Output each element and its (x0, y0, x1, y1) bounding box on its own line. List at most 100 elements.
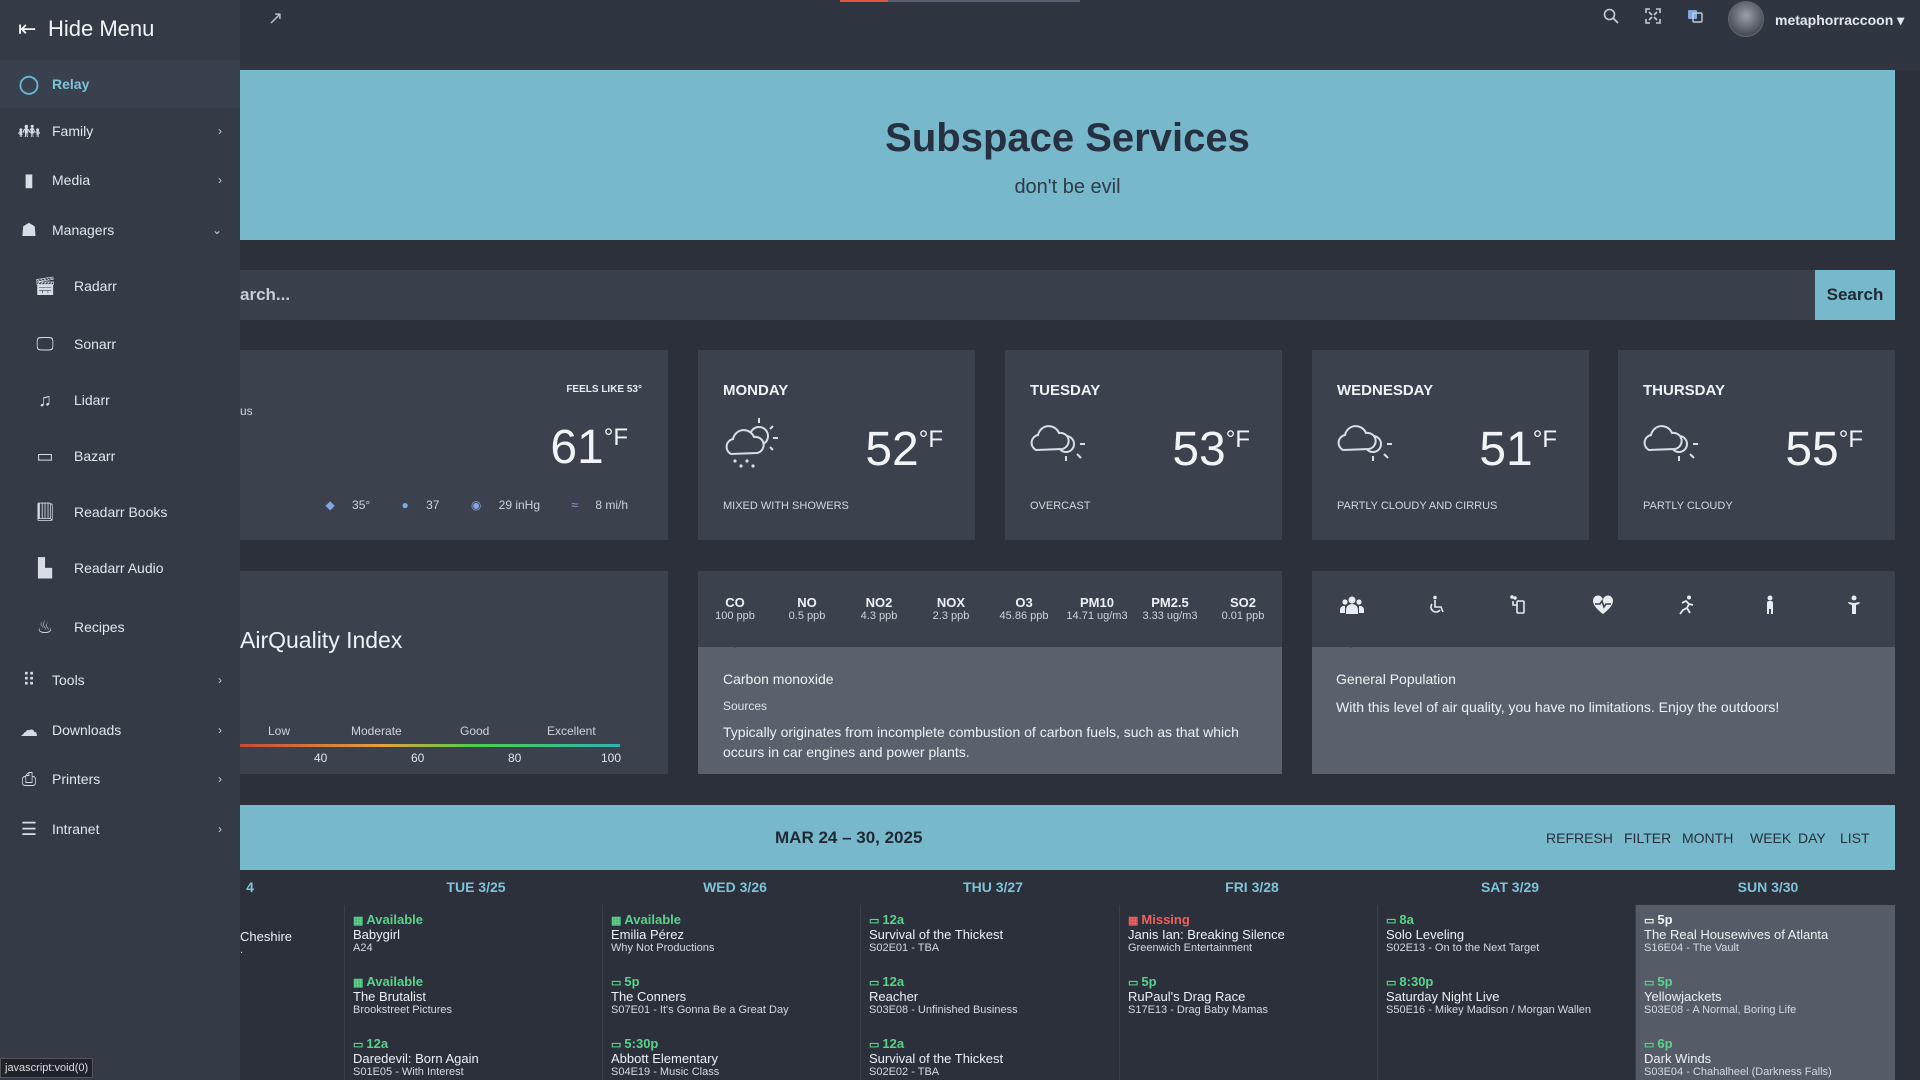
heart-pulse-icon[interactable] (1590, 595, 1616, 621)
tv-icon: ▭ (353, 1039, 364, 1051)
sidebar-item-sonarr[interactable]: 🖵︎ Sonarr (0, 320, 240, 368)
sidebar-item-media[interactable]: ▮ Media › (0, 156, 240, 204)
sidebar-item-recipes[interactable]: ♨ Recipes (0, 603, 240, 651)
top-bar: ↗ metaphorraccoon ▾ (0, 0, 1920, 70)
temp-unit: °F (1838, 426, 1863, 453)
calendar-event[interactable]: ▭ 12a Survival of the Thickest S02E01 - T… (869, 912, 1119, 954)
calendar-event[interactable]: ▦ Available Babygirl A24 (353, 912, 603, 954)
calendar-event[interactable]: ▭ 5p The Real Housewives of Atlanta S16E0… (1644, 912, 1894, 954)
pollutant-name: SO2 (1229, 595, 1256, 610)
calendar-event[interactable]: ▭ 8a Solo Leveling S02E13 - On to the Nex… (1386, 912, 1636, 954)
event-title: The Conners (611, 989, 687, 1004)
pollutant-name: NO (797, 595, 817, 610)
calendar-month-button[interactable]: MONTH (1682, 830, 1733, 846)
sidebar-item-family[interactable]: 👪︎ Family › (0, 107, 240, 155)
pollutant-no[interactable]: NO 0.5 ppb (771, 595, 843, 622)
calendar-event[interactable]: ▭ 5p The Conners S07E01 - It's Gonna Be a… (611, 974, 861, 1016)
user-menu[interactable]: metaphorraccoon ▾ (1775, 12, 1904, 29)
sidebar-item-relay[interactable]: ◯ Relay (0, 60, 240, 108)
external-link-icon[interactable]: ↗ (268, 8, 283, 29)
calendar-day-button[interactable]: DAY (1798, 830, 1826, 846)
pollutant-value: 2.3 ppb (932, 610, 970, 622)
calendar-event[interactable]: ▭ 12a Survival of the Thickest S02E02 - T… (869, 1036, 1119, 1078)
child-icon[interactable] (1757, 595, 1783, 621)
calendar-event[interactable]: ▦ Missing Janis Ian: Breaking Silence Gre… (1128, 912, 1378, 954)
search-icon[interactable] (1600, 8, 1622, 30)
calendar-event[interactable]: ▭ 5:30p Abbott Elementary S04E19 - Music … (611, 1036, 861, 1078)
sidebar-item-label: Readarr Audio (74, 560, 164, 576)
calendar-event[interactable]: ▭ 8:30p Saturday Night Live S50E16 - Mike… (1386, 974, 1636, 1016)
grid-icon: ⠿ (22, 669, 36, 690)
pollutant-no2[interactable]: NO2 4.3 ppb (843, 595, 915, 622)
chevron-right-icon: › (218, 723, 222, 737)
pollutant-so2[interactable]: SO2 0.01 ppb (1207, 595, 1279, 622)
sidebar-item-bazarr[interactable]: ▭ Bazarr (0, 432, 240, 480)
calendar-refresh-button[interactable]: REFRESH (1546, 830, 1613, 846)
calendar-column: ▭ 8a Solo Leveling S02E13 - On to the Nex… (1377, 905, 1635, 1080)
sidebar-item-downloads[interactable]: ☁ Downloads › (0, 706, 240, 754)
calendar-event[interactable]: ▭ 12a Reacher S03E08 - Unfinished Busines… (869, 974, 1119, 1016)
wheelchair-icon[interactable] (1423, 595, 1449, 621)
event-subtitle: A24 (353, 942, 373, 954)
calendar-event[interactable]: ▭ 5p RuPaul's Drag Race S17E13 - Drag Bab… (1128, 974, 1378, 1016)
pollutant-name: CO (725, 595, 745, 610)
pollutant-co[interactable]: CO 100 ppb (699, 595, 771, 622)
calendar-column-today: ▭ 5p The Real Housewives of Atlanta S16E0… (1635, 905, 1895, 1080)
aqi-tick-80: 80 (508, 751, 522, 765)
calendar-event[interactable]: ▦ Available Emilia Pérez Why Not Producti… (611, 912, 861, 954)
sidebar-item-intranet[interactable]: ☰ Intranet › (0, 805, 240, 853)
calendar-event[interactable]: ▭ 12a Daredevil: Born Again S01E05 - With… (353, 1036, 603, 1078)
tv-icon: ▭ (1386, 977, 1397, 989)
event-status: ▭ 12a (353, 1036, 603, 1051)
pollutant-pm10[interactable]: PM10 14.71 ug/m3 (1061, 595, 1133, 622)
pollutant-o3[interactable]: O3 45.86 ppb (988, 595, 1060, 622)
pollutant-name: PM10 (1080, 595, 1114, 610)
film-icon: ▦ (611, 915, 622, 927)
calendar-week-button[interactable]: WEEK (1750, 830, 1791, 846)
event-subtitle: Greenwich Entertainment (1128, 942, 1253, 954)
event-title: Yellowjackets (1644, 989, 1722, 1004)
elderly-icon[interactable] (1841, 595, 1867, 621)
sidebar-item-printers[interactable]: ⎙ Printers › (0, 755, 240, 803)
fullscreen-icon[interactable] (1642, 8, 1664, 30)
sidebar-item-readarr-books[interactable]: 📕︎ Readarr Books (0, 488, 240, 536)
pollutant-tabs: CO 100 ppb NO 0.5 ppb NO2 4.3 ppb NOX 2.3 pp… (698, 571, 1282, 647)
inhaler-icon[interactable] (1506, 595, 1532, 621)
sidebar-item-lidarr[interactable]: ♫ Lidarr (0, 376, 240, 424)
forecast-card-tuesday: TUESDAY 53°F OVERCAST (1005, 350, 1282, 540)
tv-icon: ▭ (1644, 977, 1655, 989)
pollutant-pm25[interactable]: PM2.5 3.33 ug/m3 (1134, 595, 1206, 622)
pollutant-detail-name: Carbon monoxide (723, 671, 834, 687)
day-temp: 53°F (1172, 422, 1250, 477)
running-icon[interactable] (1673, 595, 1699, 621)
search-input[interactable] (240, 270, 1815, 320)
calendar-filter-button[interactable]: FILTER (1624, 830, 1671, 846)
avatar[interactable] (1728, 1, 1764, 37)
aqi-scale-bar (240, 744, 620, 747)
humidity-value: 37 (426, 498, 440, 512)
calendar-list-button[interactable]: LIST (1840, 830, 1870, 846)
sidebar-item-readarr-audio[interactable]: ▙ Readarr Audio (0, 544, 240, 592)
pollutant-value: 14.71 ug/m3 (1066, 610, 1128, 622)
event-title: Emilia Pérez (611, 927, 684, 942)
event-status-label: Missing (1141, 912, 1190, 927)
aqi-title: AirQuality Index (240, 627, 403, 653)
calendar-event[interactable]: ▭ 5p Yellowjackets S03E08 - A Normal, Bor… (1644, 974, 1894, 1016)
sidebar-item-managers[interactable]: ☗ Managers ⌄ (0, 206, 240, 254)
sidebar-item-label: Family (52, 123, 94, 139)
general-population-icon[interactable] (1339, 595, 1365, 621)
sidebar-item-tools[interactable]: ⠿ Tools › (0, 656, 240, 704)
calendar-event[interactable]: ▦ Available The Brutalist Brookstreet Pic… (353, 974, 603, 1016)
search-button[interactable]: Search (1815, 270, 1895, 320)
translate-icon[interactable] (1684, 8, 1706, 30)
calendar-event[interactable]: ▭ 6p Dark Winds S03E04 - Chahalheel (Dark… (1644, 1036, 1894, 1078)
sidebar-item-radarr[interactable]: 🎬︎ Radarr (0, 262, 240, 310)
progress-fill (840, 0, 888, 2)
humidity: ● 37 (388, 498, 440, 512)
calendar-day-header: SUN 3/30 (1737, 879, 1799, 895)
current-weather-card: FEELS LIKE 53° us 61°F ◆ 35° ● 37 ◉ 29 i… (240, 350, 668, 540)
pollutant-nox[interactable]: NOX 2.3 ppb (915, 595, 987, 622)
hide-menu-button[interactable]: ⇤ Hide Menu (0, 0, 240, 58)
gauge-icon: ◉ (470, 498, 482, 512)
event-subtitle: S03E08 - Unfinished Business (869, 1004, 1018, 1016)
